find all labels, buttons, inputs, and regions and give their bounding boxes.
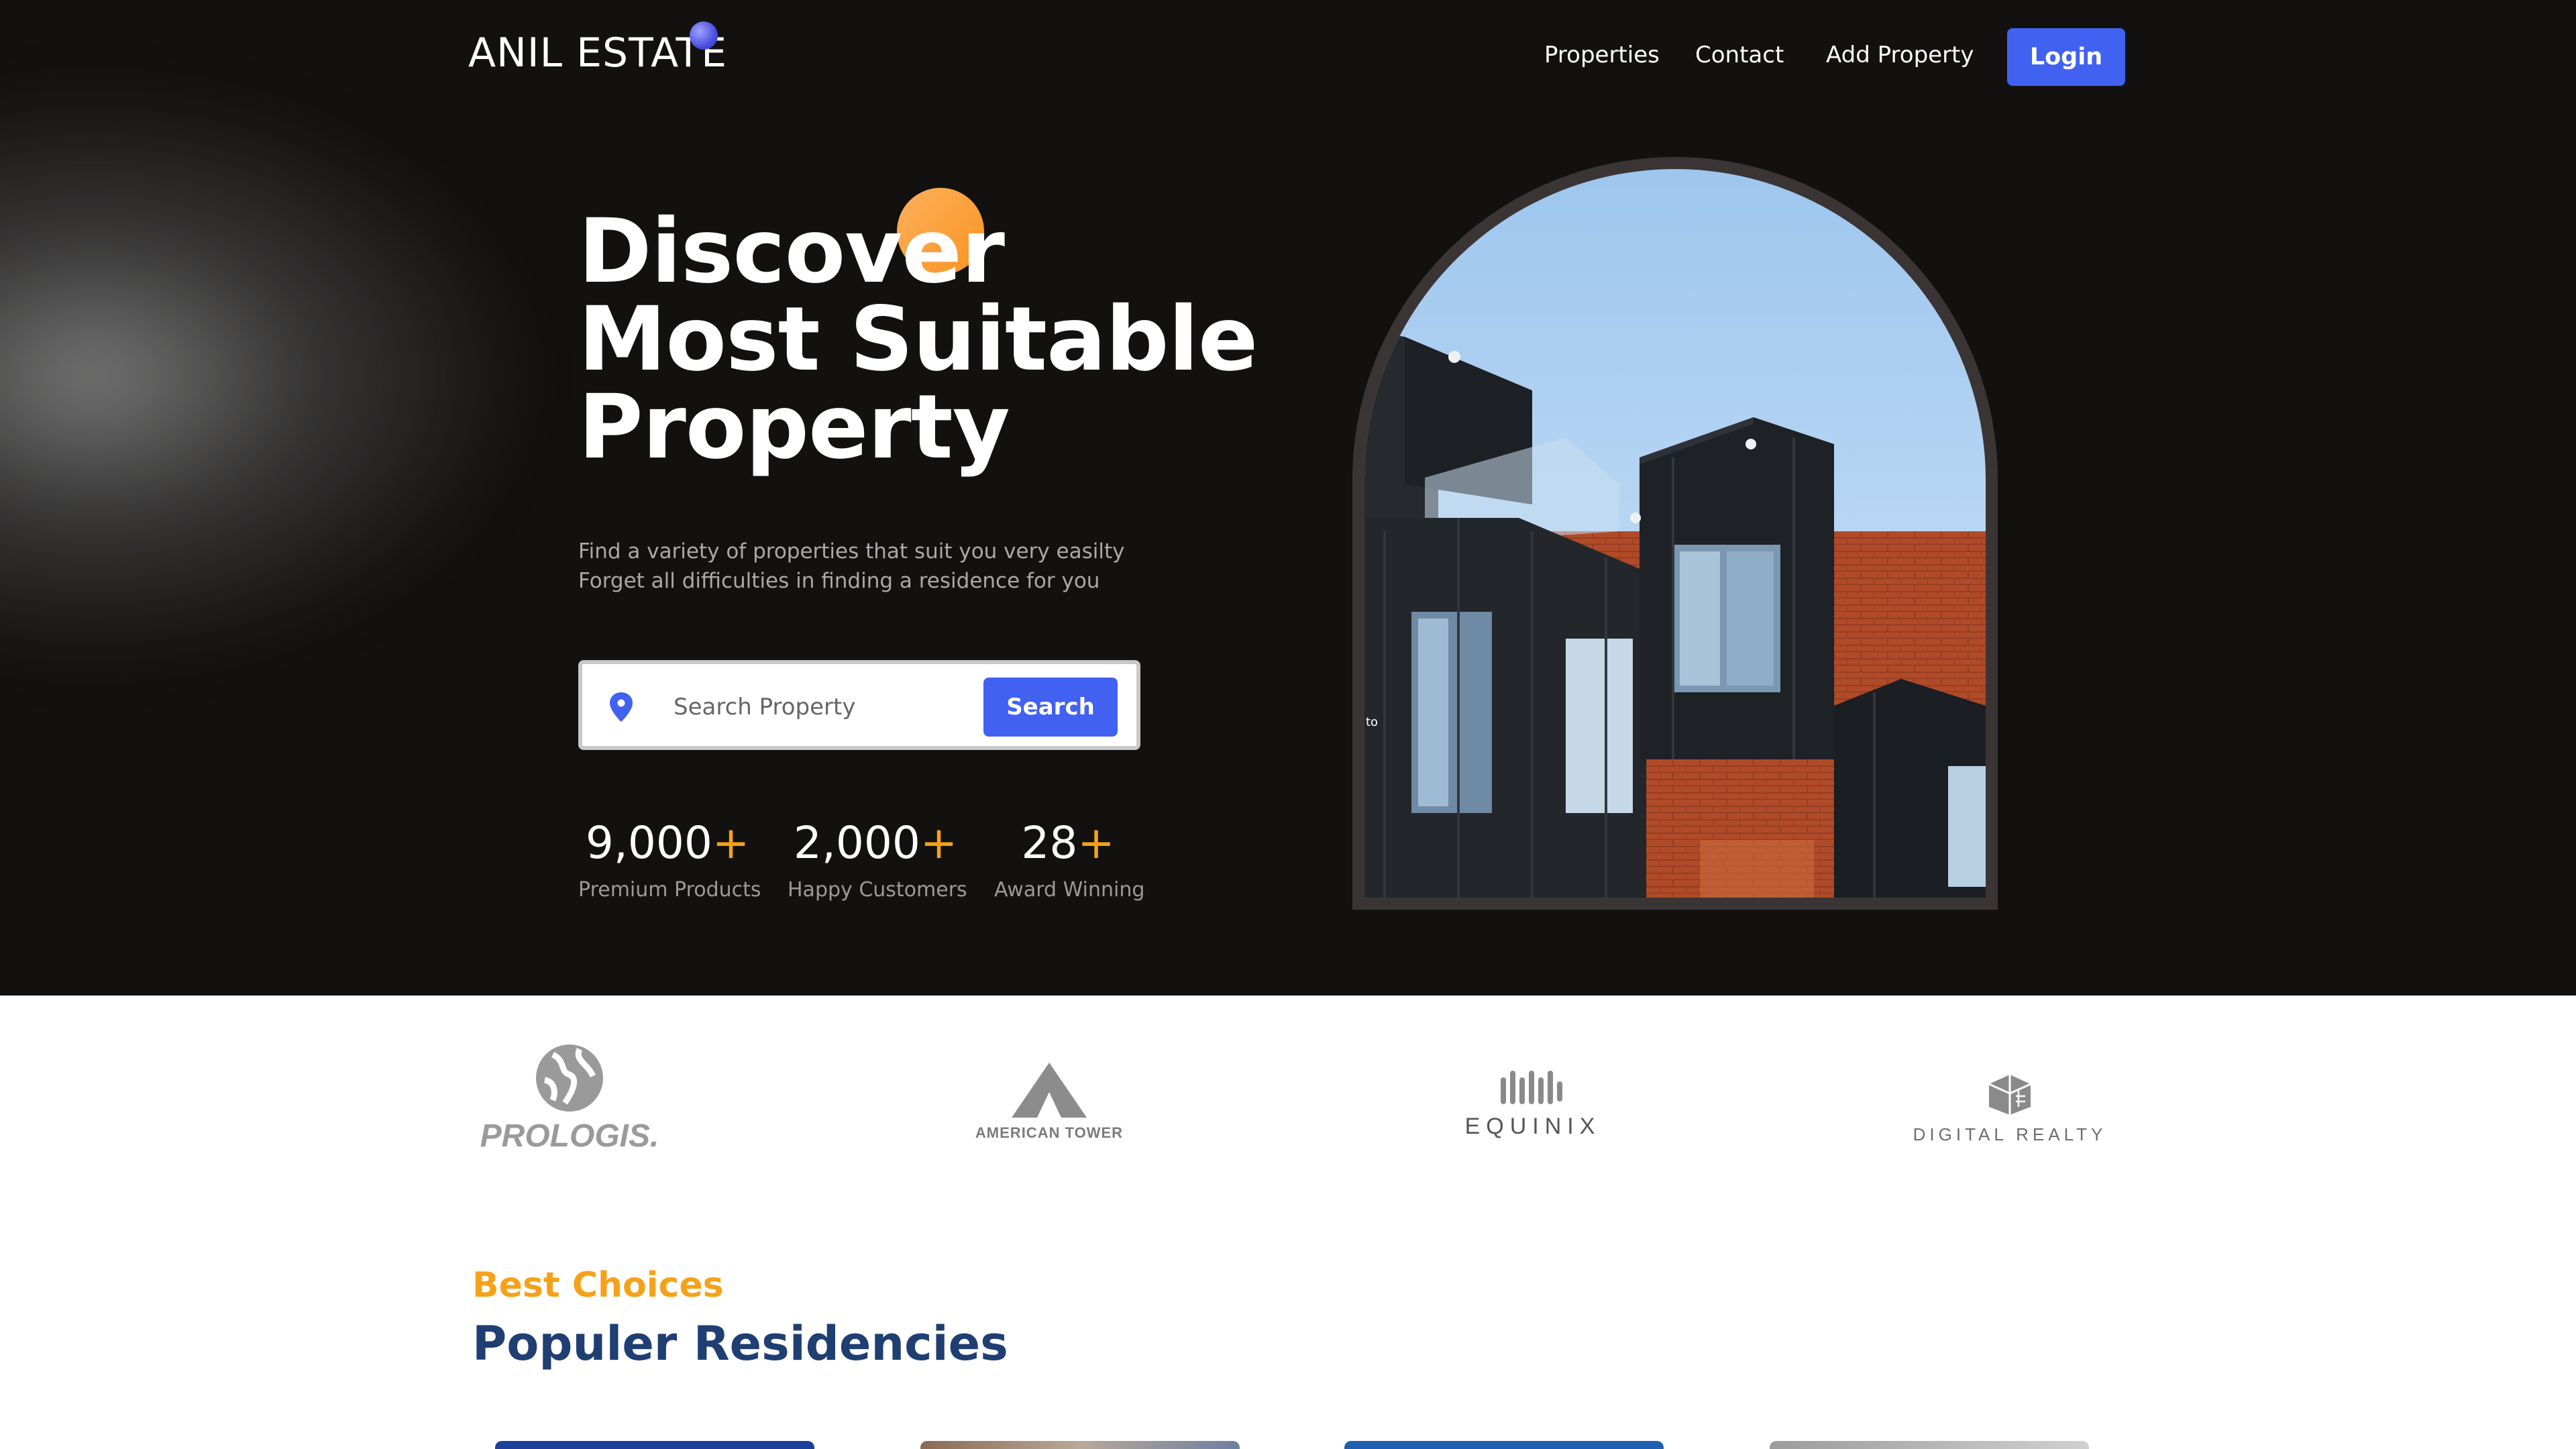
residency-card[interactable] <box>920 1441 1240 1449</box>
tower-triangle-icon <box>1012 1063 1087 1118</box>
stat-plus: + <box>712 817 750 869</box>
image-caption: to <box>1366 715 1379 729</box>
section-eyebrow: Best Choices <box>472 1265 724 1305</box>
hero-glow-decoration <box>0 80 537 671</box>
hero-subtext: Find a variety of properties that suit y… <box>578 537 1124 596</box>
nav-contact-link[interactable]: Contact <box>1695 42 1784 68</box>
headline-line-1: Discover <box>578 200 1005 303</box>
globe-icon <box>536 1044 603 1112</box>
stat-value: 9,000 <box>585 817 712 869</box>
cube-icon <box>1988 1075 2031 1115</box>
subtext-line-2: Forget all difficulties in finding a res… <box>578 569 1100 593</box>
subtext-line-1: Find a variety of properties that suit y… <box>578 539 1125 564</box>
partner-digital-realty-logo: DIGITAL REALTY <box>1909 1073 2110 1145</box>
partner-name: DIGITAL REALTY <box>1913 1124 2107 1144</box>
hero-building-image <box>1364 169 1986 898</box>
login-button[interactable]: Login <box>2007 28 2125 86</box>
headline-line-3: Property <box>578 376 1010 479</box>
residency-card[interactable] <box>495 1441 814 1449</box>
stat-award-winning: 28+ Award Winning <box>994 817 1145 902</box>
headline-line-2: Most Suitable <box>578 288 1258 391</box>
stat-label: Premium Products <box>578 878 761 902</box>
location-pin-icon <box>610 692 633 722</box>
partner-american-tower-logo: AMERICAN TOWER <box>949 1061 1150 1142</box>
stat-label: Award Winning <box>994 878 1145 902</box>
stat-plus: + <box>920 817 958 869</box>
hero-headline: Discover Most Suitable Property <box>578 200 1258 479</box>
partner-equinix-logo: EQUINIX <box>1449 1068 1617 1140</box>
search-button[interactable]: Search <box>983 678 1118 737</box>
equinix-bars-icon <box>1501 1071 1562 1104</box>
nav-properties-link[interactable]: Properties <box>1544 42 1660 68</box>
stat-plus: + <box>1077 817 1115 869</box>
stat-happy-customers: 2,000+ Happy Customers <box>788 817 967 902</box>
stat-premium-products: 9,000+ Premium Products <box>578 817 761 902</box>
brand-dot-icon <box>690 21 718 50</box>
brand-logo[interactable]: ANIL ESTATE <box>468 30 727 76</box>
section-title: Populer Residencies <box>472 1316 1008 1371</box>
search-input[interactable] <box>672 683 970 731</box>
partner-name: AMERICAN TOWER <box>975 1124 1124 1141</box>
partner-name: EQUINIX <box>1464 1114 1601 1139</box>
stat-value: 2,000 <box>793 817 920 869</box>
partner-name: PROLOGIS. <box>480 1118 659 1154</box>
search-bar: Search <box>578 660 1140 750</box>
stat-value: 28 <box>1021 817 1078 869</box>
stat-label: Happy Customers <box>788 878 967 902</box>
partner-prologis-logo: PROLOGIS. <box>479 1041 660 1155</box>
hero-section: ANIL ESTATE Properties Contact Add Prope… <box>0 0 2576 996</box>
residency-card[interactable] <box>1344 1441 1664 1449</box>
residency-card[interactable] <box>1770 1441 2089 1449</box>
nav-add-property-link[interactable]: Add Property <box>1826 42 1974 68</box>
